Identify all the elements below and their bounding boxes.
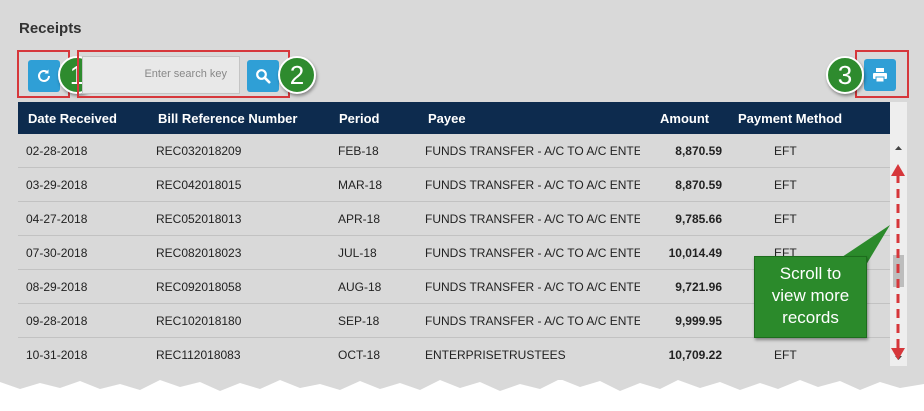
cell-payee: FUNDS TRANSFER - A/C TO A/C ENTE... bbox=[425, 144, 640, 158]
cell-payee: FUNDS TRANSFER - A/C TO A/C ENTE... bbox=[425, 314, 640, 328]
scroll-hint-arrow-icon bbox=[891, 164, 905, 360]
cell-date-received: 04-27-2018 bbox=[26, 212, 88, 226]
cell-date-received: 02-28-2018 bbox=[26, 144, 88, 158]
search-button[interactable] bbox=[247, 60, 279, 92]
cell-amount: 10,709.22 bbox=[668, 348, 722, 362]
cell-bill-reference: REC052018013 bbox=[156, 212, 242, 226]
cell-bill-reference: REC092018058 bbox=[156, 280, 242, 294]
cell-period: AUG-18 bbox=[338, 280, 382, 294]
callout-line-2: view more bbox=[771, 286, 850, 305]
cell-amount: 8,870.59 bbox=[675, 144, 722, 158]
cell-date-received: 09-28-2018 bbox=[26, 314, 88, 328]
cell-amount: 8,870.59 bbox=[675, 178, 722, 192]
header-bill-reference[interactable]: Bill Reference Number bbox=[158, 111, 297, 126]
cell-amount: 9,721.96 bbox=[675, 280, 722, 294]
cell-amount: 10,014.49 bbox=[668, 246, 722, 260]
cell-payee: FUNDS TRANSFER - A/C TO A/C ENTE... bbox=[425, 280, 640, 294]
cell-payee: FUNDS TRANSFER - A/C TO A/C ENTE... bbox=[425, 246, 640, 260]
print-button[interactable] bbox=[864, 59, 896, 91]
search-field[interactable] bbox=[82, 56, 240, 94]
table-header: Date Received Bill Reference Number Peri… bbox=[18, 102, 890, 134]
search-input[interactable] bbox=[83, 57, 233, 91]
cell-bill-reference: REC102018180 bbox=[156, 314, 242, 328]
page-title: Receipts bbox=[19, 20, 82, 37]
cell-date-received: 08-29-2018 bbox=[26, 280, 88, 294]
cell-payment-method: EFT bbox=[774, 178, 797, 192]
table-row[interactable]: 02-28-2018 REC032018209 FEB-18 FUNDS TRANSF… bbox=[18, 134, 890, 168]
cell-amount: 9,999.95 bbox=[675, 314, 722, 328]
refresh-button[interactable] bbox=[28, 60, 60, 92]
cell-period: SEP-18 bbox=[338, 314, 380, 328]
cell-period: OCT-18 bbox=[338, 348, 381, 362]
cell-date-received: 10-31-2018 bbox=[26, 348, 88, 362]
cell-payee: FUNDS TRANSFER - A/C TO A/C ENTE... bbox=[425, 178, 640, 192]
header-amount[interactable]: Amount bbox=[660, 111, 709, 126]
cell-period: FEB-18 bbox=[338, 144, 379, 158]
search-icon bbox=[256, 69, 271, 84]
header-payment-method[interactable]: Payment Method bbox=[738, 111, 842, 126]
cell-bill-reference: REC042018015 bbox=[156, 178, 242, 192]
cell-period: JUL-18 bbox=[338, 246, 377, 260]
header-payee[interactable]: Payee bbox=[428, 111, 466, 126]
cell-payment-method: EFT bbox=[774, 212, 797, 226]
receipts-panel: Receipts 1 2 3 Date Received Bill Refere… bbox=[0, 0, 924, 380]
cell-bill-reference: REC112018083 bbox=[156, 348, 241, 362]
cell-date-received: 07-30-2018 bbox=[26, 246, 88, 260]
callout-line-3: records bbox=[782, 308, 839, 327]
cell-payee: FUNDS TRANSFER - A/C TO A/C ENTE... bbox=[425, 212, 640, 226]
refresh-icon bbox=[38, 69, 50, 82]
print-icon bbox=[873, 68, 887, 83]
scroll-callout: Scroll to view more records bbox=[754, 256, 867, 338]
table-row[interactable]: 03-29-2018 REC042018015 MAR-18 FUNDS TRANSF… bbox=[18, 168, 890, 202]
badge-3: 3 bbox=[826, 56, 864, 94]
cell-period: APR-18 bbox=[338, 212, 381, 226]
cell-bill-reference: REC032018209 bbox=[156, 144, 242, 158]
callout-line-1: Scroll to bbox=[779, 264, 842, 283]
cell-payee: ENTERPRISETRUSTEES bbox=[425, 348, 566, 362]
cell-bill-reference: REC082018023 bbox=[156, 246, 242, 260]
torn-edge bbox=[0, 366, 924, 391]
cell-period: MAR-18 bbox=[338, 178, 383, 192]
table-row[interactable]: 04-27-2018 REC052018013 APR-18 FUNDS TRANSF… bbox=[18, 202, 890, 236]
header-period[interactable]: Period bbox=[339, 111, 379, 126]
cell-date-received: 03-29-2018 bbox=[26, 178, 88, 192]
cell-payment-method: EFT bbox=[774, 348, 797, 362]
cell-payment-method: EFT bbox=[774, 144, 797, 158]
badge-2: 2 bbox=[278, 56, 316, 94]
cell-amount: 9,785.66 bbox=[675, 212, 722, 226]
header-date-received[interactable]: Date Received bbox=[28, 111, 117, 126]
